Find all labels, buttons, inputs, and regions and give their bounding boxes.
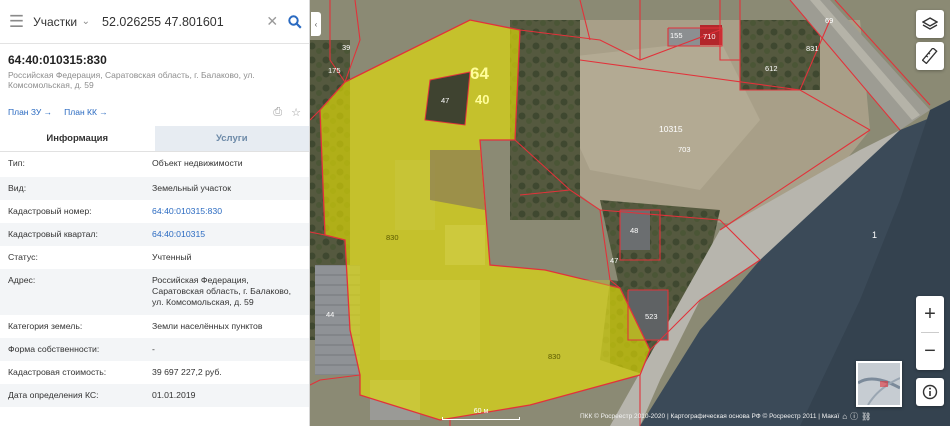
info-label: Кадастровый номер:: [8, 206, 92, 216]
parcel-header: 64:40:010315:830 Российская Федерация, С…: [0, 44, 309, 90]
zoom-in-button[interactable]: +: [916, 296, 944, 332]
map-label-155: 155: [670, 31, 683, 40]
map-label-830-left: 830: [386, 233, 399, 242]
info-label: Адрес:: [8, 275, 36, 285]
info-row-status: Статус: Учтенный: [0, 246, 309, 269]
info-row-cadastral-value: Кадастровая стоимость: 39 697 227,2 руб.: [0, 361, 309, 384]
scale-label: 60 м: [473, 408, 489, 415]
search-input[interactable]: [98, 7, 264, 36]
info-small-icon[interactable]: ⓘ: [850, 411, 858, 422]
map-label-69: 69: [825, 16, 834, 25]
map-label-831: 831: [806, 44, 819, 53]
plan-links: План ЗУ → План КК → ⎙ ☆: [0, 105, 309, 119]
info-label: Тип:: [8, 158, 25, 168]
chevron-left-icon: ‹: [314, 19, 318, 29]
layer-select[interactable]: Участки ⌄: [33, 15, 98, 29]
map-label-64: 64: [470, 64, 489, 83]
search-button[interactable]: [281, 14, 309, 29]
clear-search-button[interactable]: ✕: [263, 13, 281, 30]
plan-zu-link[interactable]: План ЗУ →: [8, 107, 52, 117]
info-row-type: Тип: Объект недвижимости: [0, 154, 309, 177]
info-value: Учтенный: [152, 252, 192, 262]
scale-bar: [442, 417, 520, 420]
map-label-10315: 10315: [659, 124, 683, 134]
print-icon[interactable]: ⎙: [273, 106, 282, 119]
map-label-1: 1: [872, 230, 878, 240]
info-value: Объект недвижимости: [152, 158, 243, 168]
panel-actions: ⎙ ☆: [273, 106, 301, 119]
chevron-down-icon: ⌄: [81, 16, 91, 27]
attribute-table: Тип: Объект недвижимости Вид: Земельный …: [0, 152, 309, 407]
info-value: 39 697 227,2 руб.: [152, 367, 222, 377]
layers-icon: [922, 17, 938, 30]
info-label: Дата определения КС:: [8, 390, 99, 400]
map-label-39: 39: [342, 43, 351, 52]
map-label-40: 40: [475, 92, 490, 107]
map-label-44: 44: [326, 310, 335, 319]
plan-kk-link[interactable]: План КК →: [64, 107, 108, 117]
hamburger-icon: ☰: [8, 11, 25, 31]
info-value: Российская Федерация, Саратовская област…: [152, 275, 292, 307]
map-scale: 60 м: [442, 408, 520, 420]
info-row-address: Адрес: Российская Федерация, Саратовская…: [0, 269, 309, 315]
cadastral-quarter-link[interactable]: 64:40:010315: [152, 229, 301, 240]
map-label-47: 47: [441, 96, 450, 105]
attribution-text: ПКК © Росреестр 2010-2020 | Картографиче…: [580, 413, 840, 420]
ruler-icon: [922, 48, 938, 64]
search-bar: ☰ Участки ⌄ ✕: [0, 0, 309, 44]
info-row-ownership: Форма собственности: -: [0, 338, 309, 361]
minimap-thumbnail[interactable]: [856, 361, 902, 407]
layers-button[interactable]: [916, 10, 944, 38]
info-label: Форма собственности:: [8, 344, 100, 354]
zoom-out-button[interactable]: −: [916, 333, 944, 369]
info-row-kind: Вид: Земельный участок: [0, 177, 309, 200]
home-icon[interactable]: ⌂: [842, 412, 847, 421]
info-button[interactable]: [916, 378, 944, 406]
favorite-star-icon[interactable]: ☆: [291, 106, 301, 119]
cadastral-number-link[interactable]: 64:40:010315:830: [152, 206, 301, 217]
map-attribution: ПКК © Росреестр 2010-2020 | Картографиче…: [580, 410, 871, 423]
info-value: Земли населённых пунктов: [152, 321, 263, 331]
map-label-703: 703: [678, 145, 691, 154]
info-label: Кадастровая стоимость:: [8, 367, 107, 377]
close-icon: ✕: [266, 13, 279, 29]
parcel-address: Российская Федерация, Саратовская област…: [8, 70, 255, 90]
tab-info[interactable]: Информация: [0, 126, 155, 151]
map-label-612: 612: [765, 64, 778, 73]
panel-tabs: Информация Услуги: [0, 126, 309, 152]
pkk-map-app: 64 40 47 830 830 10315 703 48 47 523 1 1…: [0, 0, 950, 426]
link-icon[interactable]: ⛓: [861, 412, 871, 421]
parcel-number: 64:40:010315:830: [8, 53, 107, 67]
info-panel: ☰ Участки ⌄ ✕ 64:40:010315:830 Российска…: [0, 0, 310, 426]
info-value: -: [152, 344, 155, 354]
minimap-image: [858, 363, 900, 405]
info-value: Земельный участок: [152, 183, 232, 193]
search-icon: [288, 14, 302, 29]
tab-services[interactable]: Услуги: [154, 126, 309, 151]
map-label-710: 710: [703, 32, 716, 41]
map-label-48: 48: [630, 226, 639, 235]
info-row-land-category: Категория земель: Земли населённых пункт…: [0, 315, 309, 338]
info-value: 01.01.2019: [152, 390, 196, 400]
info-row-cadastral-number: Кадастровый номер: 64:40:010315:830: [0, 200, 309, 223]
info-label: Статус:: [8, 252, 38, 262]
info-row-valuation-date: Дата определения КС: 01.01.2019: [0, 384, 309, 407]
info-label: Кадастровый квартал:: [8, 229, 98, 239]
zoom-control: + −: [916, 296, 944, 370]
collapse-panel-button[interactable]: ‹: [311, 12, 321, 36]
map-label-175: 175: [328, 66, 341, 75]
map-label-47b: 47: [610, 256, 619, 265]
ruler-button[interactable]: [916, 42, 944, 70]
map-label-830-bottom: 830: [548, 352, 561, 361]
layer-select-value: Участки: [33, 14, 78, 29]
info-label: Категория земель:: [8, 321, 83, 331]
menu-button[interactable]: ☰: [0, 0, 33, 44]
info-label: Вид:: [8, 183, 27, 193]
info-row-cadastral-quarter: Кадастровый квартал: 64:40:010315: [0, 223, 309, 246]
info-icon: [922, 384, 938, 400]
map-label-523: 523: [645, 312, 658, 321]
